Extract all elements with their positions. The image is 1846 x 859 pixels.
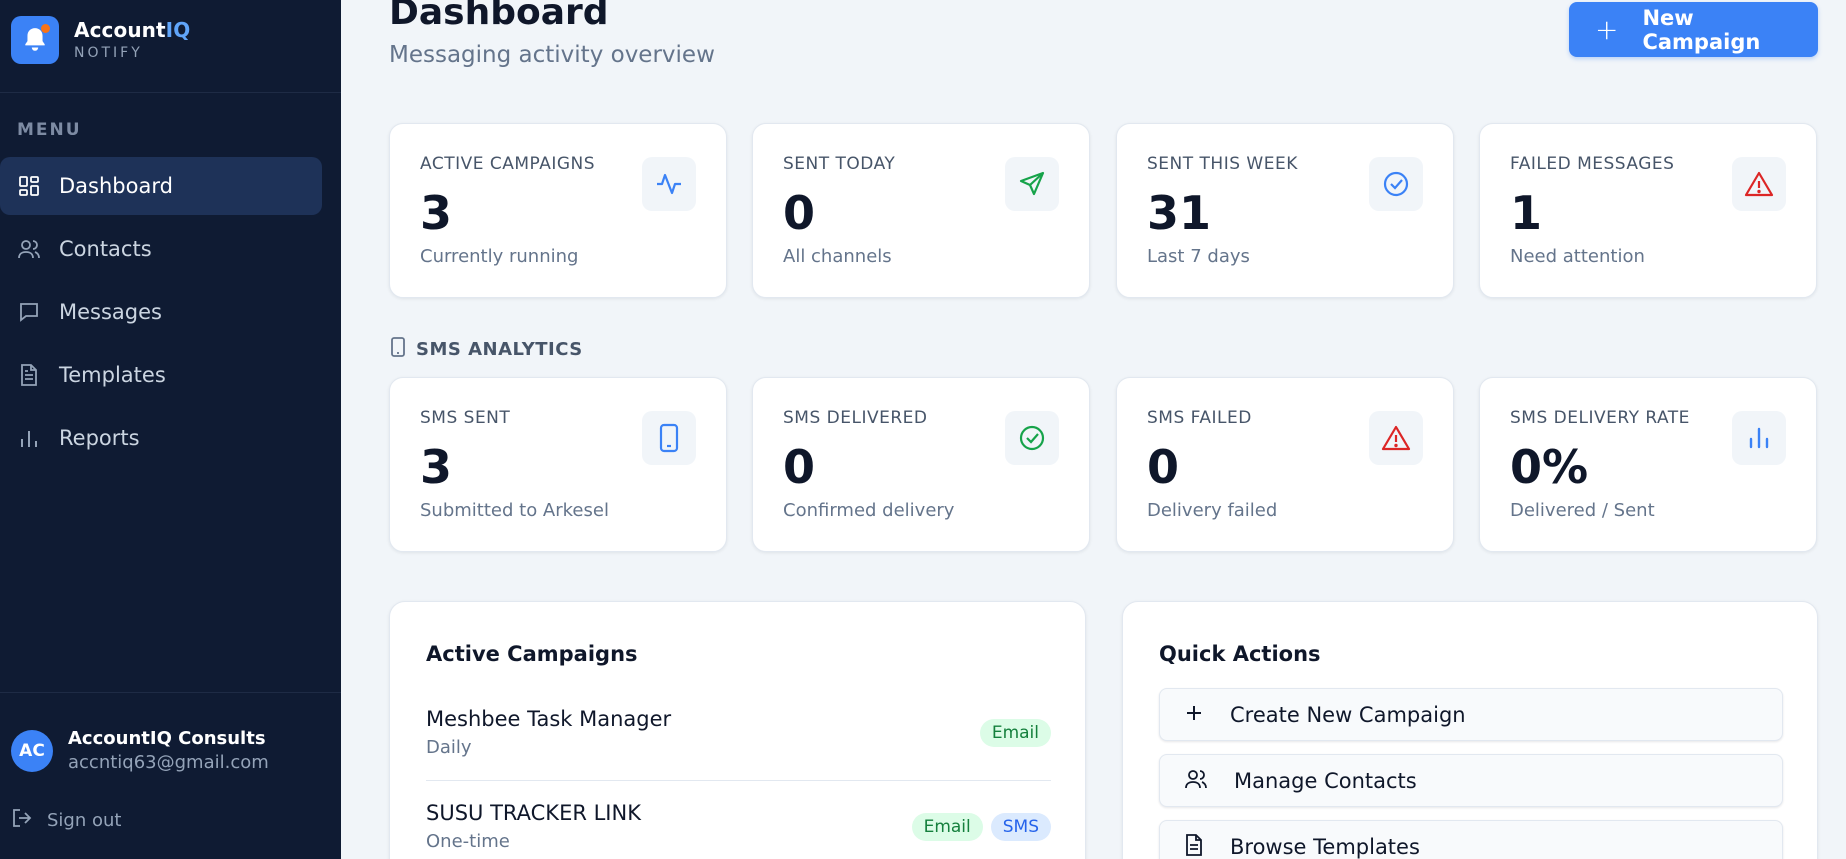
quick-action-label: Browse Templates: [1230, 834, 1420, 859]
stat-card-active-campaigns: ACTIVE CAMPAIGNS 3 Currently running: [389, 123, 727, 298]
activity-icon: [642, 157, 696, 211]
sidebar-item-contacts[interactable]: Contacts: [0, 220, 322, 278]
avatar: AC: [11, 729, 53, 772]
sidebar-item-messages[interactable]: Messages: [0, 283, 322, 341]
campaign-row[interactable]: Meshbee Task Manager Daily Email: [426, 707, 1051, 758]
stat-label: SMS DELIVERY RATE: [1510, 408, 1690, 428]
campaign-row[interactable]: SUSU TRACKER LINK One-time Email SMS: [426, 801, 1051, 852]
browse-templates-button[interactable]: Browse Templates: [1159, 820, 1783, 859]
message-icon: [17, 300, 41, 324]
document-icon: [1184, 833, 1204, 859]
stat-card-sms-delivered: SMS DELIVERED 0 Confirmed delivery: [752, 377, 1090, 552]
sign-out-button[interactable]: Sign out: [11, 807, 121, 833]
page-subtitle: Messaging activity overview: [389, 42, 715, 68]
plus-icon: [1184, 703, 1204, 727]
sms-analytics-heading: SMS ANALYTICS: [390, 337, 583, 361]
sign-out-label: Sign out: [47, 809, 122, 831]
sidebar-item-templates[interactable]: Templates: [0, 346, 322, 404]
stat-value: 3: [420, 440, 453, 494]
document-icon: [17, 363, 41, 387]
stat-sub: Currently running: [420, 246, 579, 267]
warning-icon: [1369, 411, 1423, 465]
stat-card-sent-this-week: SENT THIS WEEK 31 Last 7 days: [1116, 123, 1454, 298]
page-title: Dashboard: [389, 0, 609, 33]
stat-sub: Last 7 days: [1147, 246, 1250, 267]
create-campaign-button[interactable]: Create New Campaign: [1159, 688, 1783, 741]
quick-actions-panel: Quick Actions Create New Campaign Manage…: [1122, 601, 1818, 859]
manage-contacts-button[interactable]: Manage Contacts: [1159, 754, 1783, 807]
sidebar-item-label: Contacts: [59, 237, 152, 261]
users-icon: [1184, 768, 1208, 794]
quick-action-label: Create New Campaign: [1230, 702, 1466, 727]
bar-chart-icon: [1732, 411, 1786, 465]
active-campaigns-panel: Active Campaigns Meshbee Task Manager Da…: [389, 601, 1086, 859]
stat-label: SENT TODAY: [783, 154, 896, 174]
new-campaign-label: New Campaign: [1642, 5, 1761, 54]
stat-sub: Confirmed delivery: [783, 500, 955, 521]
divider: [0, 692, 341, 693]
stat-value: 0%: [1510, 440, 1589, 494]
stat-sub: Delivery failed: [1147, 500, 1278, 521]
users-icon: [17, 237, 41, 261]
stat-sub: Submitted to Arkesel: [420, 500, 609, 521]
stat-label: SMS FAILED: [1147, 408, 1252, 428]
phone-icon: [390, 337, 406, 361]
sidebar-item-dashboard[interactable]: Dashboard: [0, 157, 322, 215]
stat-label: ACTIVE CAMPAIGNS: [420, 154, 596, 174]
stat-card-failed-messages: FAILED MESSAGES 1 Need attention: [1479, 123, 1817, 298]
brand[interactable]: AccountIQ NOTIFY: [11, 15, 190, 65]
stat-value: 1: [1510, 186, 1543, 240]
stat-value: 0: [783, 440, 816, 494]
divider: [426, 780, 1051, 781]
warning-icon: [1732, 157, 1786, 211]
stat-label: FAILED MESSAGES: [1510, 154, 1675, 174]
brand-subtitle: NOTIFY: [74, 45, 143, 61]
sidebar-item-label: Reports: [59, 426, 140, 450]
panel-title: Quick Actions: [1159, 642, 1321, 666]
channel-badge-email: Email: [979, 719, 1051, 747]
stat-label: SENT THIS WEEK: [1147, 154, 1298, 174]
plus-icon: +: [1595, 12, 1619, 46]
user-profile[interactable]: AC AccountIQ Consults accntiq63@gmail.co…: [11, 728, 269, 773]
new-campaign-button[interactable]: + New Campaign: [1569, 2, 1818, 57]
send-icon: [1005, 157, 1059, 211]
campaign-frequency: Daily: [426, 737, 472, 758]
divider: [0, 92, 341, 93]
bar-chart-icon: [17, 426, 41, 450]
stat-value: 0: [1147, 440, 1180, 494]
check-circle-icon: [1369, 157, 1423, 211]
stat-label: SMS SENT: [420, 408, 511, 428]
campaign-name: Meshbee Task Manager: [426, 707, 672, 731]
stat-card-sms-delivery-rate: SMS DELIVERY RATE 0% Delivered / Sent: [1479, 377, 1817, 552]
stat-value: 31: [1147, 186, 1212, 240]
sidebar-item-reports[interactable]: Reports: [0, 409, 322, 467]
phone-icon: [642, 411, 696, 465]
check-circle-icon: [1005, 411, 1059, 465]
stat-sub: Need attention: [1510, 246, 1645, 267]
dashboard-icon: [17, 174, 41, 198]
channel-badge-sms: SMS: [990, 813, 1051, 841]
stat-card-sent-today: SENT TODAY 0 All channels: [752, 123, 1090, 298]
quick-action-label: Manage Contacts: [1234, 768, 1417, 793]
brand-name: AccountIQ: [74, 18, 191, 42]
stat-card-sms-sent: SMS SENT 3 Submitted to Arkesel: [389, 377, 727, 552]
stat-label: SMS DELIVERED: [783, 408, 928, 428]
stat-value: 3: [420, 186, 453, 240]
stat-sub: All channels: [783, 246, 892, 267]
sidebar-item-label: Templates: [59, 363, 166, 387]
bell-logo-icon: [11, 16, 59, 64]
section-label: SMS ANALYTICS: [416, 338, 583, 360]
stat-sub: Delivered / Sent: [1510, 500, 1655, 521]
sign-out-icon: [11, 807, 33, 833]
panel-title: Active Campaigns: [426, 642, 638, 666]
stat-card-sms-failed: SMS FAILED 0 Delivery failed: [1116, 377, 1454, 552]
user-email: accntiq63@gmail.com: [68, 752, 269, 773]
channel-badge-email: Email: [911, 813, 983, 841]
sidebar-item-label: Messages: [59, 300, 162, 324]
sidebar-item-label: Dashboard: [59, 174, 173, 198]
user-name: AccountIQ Consults: [68, 728, 266, 749]
stat-value: 0: [783, 186, 816, 240]
sidebar: AccountIQ NOTIFY MENU Dashboard Contacts…: [0, 0, 341, 859]
menu-label: MENU: [17, 120, 82, 140]
